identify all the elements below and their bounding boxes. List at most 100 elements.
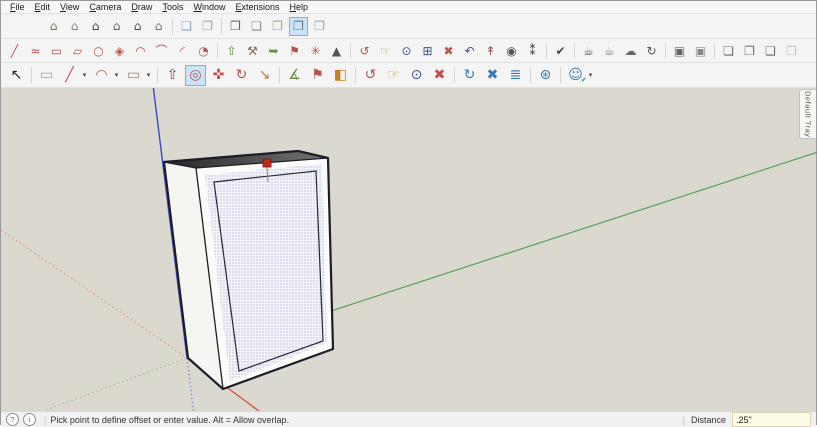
- zoom-tool-button[interactable]: ⊙: [406, 65, 427, 86]
- offset-sketchy-button[interactable]: ➥: [264, 41, 283, 60]
- eraser-tool-button[interactable]: ▭: [36, 65, 57, 86]
- text-sketchy-button[interactable]: ⚑: [285, 41, 304, 60]
- view-right-button[interactable]: ⌂: [107, 17, 126, 36]
- rotate-tool-button[interactable]: ↻: [231, 65, 252, 86]
- polygon-sketchy-button[interactable]: ◈: [110, 41, 129, 60]
- match-photo-button[interactable]: ▣: [670, 41, 689, 60]
- face-style-back-edges-button[interactable]: ❐: [198, 17, 217, 36]
- arc-tool-dropdown[interactable]: ▾: [112, 66, 121, 85]
- look-around-button[interactable]: ◉: [502, 41, 521, 60]
- paint-bucket-tool-icon: ◧: [333, 67, 348, 83]
- cone-tool-button[interactable]: ▲: [327, 41, 346, 60]
- move-tool-button[interactable]: ✜: [208, 65, 229, 86]
- line-tool-dropdown[interactable]: ▾: [80, 66, 89, 85]
- sign-in-dropdown[interactable]: ▾: [586, 66, 595, 85]
- axes-tool-button[interactable]: ✳: [306, 41, 325, 60]
- position-camera-button[interactable]: ↟: [481, 41, 500, 60]
- rectangle-tool-dropdown[interactable]: ▾: [144, 66, 153, 85]
- rotated-rectangle-sketchy-button[interactable]: ▱: [68, 41, 87, 60]
- rotate-tool-icon: ↻: [235, 67, 248, 83]
- orbit-tool-button[interactable]: ↺: [360, 65, 381, 86]
- share-component-cloud-button[interactable]: ☁: [621, 41, 640, 60]
- view-back-icon: ⌂: [133, 19, 142, 33]
- flip-ext-button[interactable]: ✖: [482, 65, 503, 86]
- scenes-dialog-icon: ❐: [744, 43, 755, 58]
- paint-bucket-tool-button[interactable]: ◧: [330, 65, 351, 86]
- face-style-hidden-line-button[interactable]: ❏: [247, 17, 266, 36]
- rectangle-tool-button[interactable]: ▭: [123, 65, 144, 86]
- freehand-sketchy-button[interactable]: ≈: [26, 41, 45, 60]
- view-left-button[interactable]: ⌂: [149, 17, 168, 36]
- face-style-shaded-button[interactable]: ❐: [268, 17, 287, 36]
- select-tool-button[interactable]: ↖: [6, 65, 27, 86]
- pie-sketchy-button[interactable]: ◔: [194, 41, 213, 60]
- face-style-shaded-textures-button[interactable]: ❒: [289, 16, 308, 36]
- rectangle-sketchy-button[interactable]: ▭: [47, 41, 66, 60]
- menu-help[interactable]: Help: [285, 2, 314, 12]
- pan-tool-button[interactable]: ☞: [383, 65, 404, 86]
- component-sync-ext-button[interactable]: ↻: [459, 65, 480, 86]
- face-style-monochrome-button[interactable]: ❐: [310, 17, 329, 36]
- scale-tool-button[interactable]: ↘: [254, 65, 275, 86]
- menu-file[interactable]: File: [5, 2, 30, 12]
- arc-tool-button[interactable]: ◠: [91, 65, 112, 86]
- default-tray-tab[interactable]: Default Tray: [799, 89, 816, 139]
- arc-sketchy-icon: ◠: [135, 43, 146, 58]
- menu-draw[interactable]: Draw: [126, 2, 157, 12]
- zoom-extents-tool-button[interactable]: ✖: [429, 65, 450, 86]
- line-tool-button[interactable]: ╱: [59, 65, 80, 86]
- menu-view[interactable]: View: [55, 2, 84, 12]
- circle-sketchy-button[interactable]: ○: [89, 41, 108, 60]
- text-tool-button[interactable]: ⚑: [307, 65, 328, 86]
- view-top-button[interactable]: ⌂: [65, 17, 84, 36]
- pan-small-button[interactable]: ☞: [376, 41, 395, 60]
- get-models-teapot-button[interactable]: ☕: [579, 41, 598, 60]
- walk-button[interactable]: ⁑: [523, 41, 542, 60]
- modeling-viewport[interactable]: Default Tray: [1, 88, 817, 411]
- menu-tools[interactable]: Tools: [157, 2, 188, 12]
- view-iso-button[interactable]: ⌂: [44, 17, 63, 36]
- menu-extensions[interactable]: Extensions: [230, 2, 284, 12]
- zoom-extents-small-button[interactable]: ✖: [439, 41, 458, 60]
- zoom-small-button[interactable]: ⊙: [397, 41, 416, 60]
- scenes-dialog-button[interactable]: ❐: [740, 41, 759, 60]
- trimble-connect-sync-button[interactable]: ↻: [642, 41, 661, 60]
- arc-sketchy-button[interactable]: ◠: [131, 41, 150, 60]
- face-style-shaded-textures-icon: ❒: [293, 19, 304, 33]
- sign-in-button[interactable]: ☺: [565, 65, 586, 86]
- face-style-wireframe-button[interactable]: ❒: [226, 17, 245, 36]
- menu-edit[interactable]: Edit: [30, 2, 56, 12]
- intersect-ext-button[interactable]: ⊛: [535, 65, 556, 86]
- photo-textures-button[interactable]: ▣: [691, 41, 710, 60]
- line-sketchy-button[interactable]: ╱: [5, 41, 24, 60]
- push-pull-sketchy-button[interactable]: ⇧: [222, 41, 241, 60]
- styles-dialog-button[interactable]: ❏: [719, 41, 738, 60]
- push-pull-tool-button[interactable]: ⇧: [162, 65, 183, 86]
- view-back-button[interactable]: ⌂: [128, 17, 147, 36]
- tape-measure-tool-button[interactable]: ∡: [284, 65, 305, 86]
- model-checker-button[interactable]: ✔: [551, 41, 570, 60]
- zoom-window-button[interactable]: ⊞: [418, 41, 437, 60]
- menu-window[interactable]: Window: [188, 2, 230, 12]
- arc-tool-icon: ◠: [95, 67, 108, 83]
- view-front-button[interactable]: ⌂: [86, 17, 105, 36]
- face-style-xray-button[interactable]: ❏: [177, 17, 196, 36]
- three-point-arc-sketchy-button[interactable]: ◜: [173, 41, 192, 60]
- walk-icon: ⁑: [529, 43, 536, 58]
- zoom-extents-small-icon: ✖: [443, 43, 454, 58]
- orbit-small-button[interactable]: ↺: [355, 41, 374, 60]
- get-models-teapot-icon: ☕: [583, 43, 594, 58]
- share-model-teapot-button[interactable]: ☕: [600, 41, 619, 60]
- two-point-arc-sketchy-button[interactable]: ⌒: [152, 41, 171, 60]
- shadows-dialog-button[interactable]: ❑: [761, 41, 780, 60]
- offset-tool-button[interactable]: ◎: [185, 64, 206, 86]
- follow-me-sketchy-button[interactable]: ⚒: [243, 41, 262, 60]
- scene-canvas[interactable]: [1, 88, 817, 411]
- pan-small-icon: ☞: [380, 43, 391, 58]
- info-icon[interactable]: i: [23, 413, 36, 426]
- help-icon[interactable]: ?: [6, 413, 19, 426]
- zoom-previous-button[interactable]: ↶: [460, 41, 479, 60]
- layer-stack-ext-button[interactable]: ≣: [505, 65, 526, 86]
- follow-me-sketchy-icon: ⚒: [247, 43, 258, 58]
- menu-camera[interactable]: Camera: [84, 2, 126, 12]
